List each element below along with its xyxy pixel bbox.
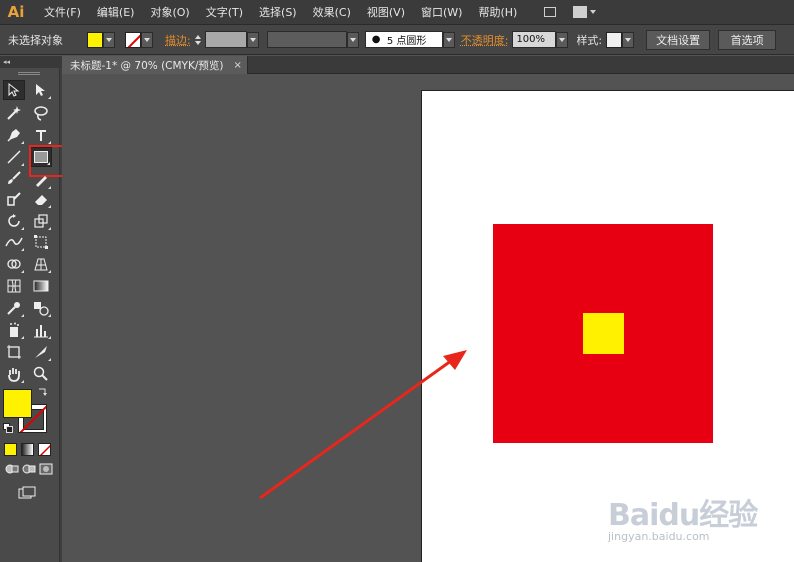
default-fill-stroke-icon[interactable] bbox=[1, 421, 15, 435]
swap-fill-stroke-icon[interactable] bbox=[36, 386, 48, 398]
draw-normal-icon[interactable] bbox=[3, 462, 21, 476]
pencil-tool-icon[interactable] bbox=[30, 170, 52, 190]
blob-brush-tool-icon[interactable] bbox=[3, 189, 25, 209]
width-tool-icon[interactable] bbox=[3, 232, 25, 252]
fill-dropdown-icon[interactable] bbox=[103, 31, 115, 48]
type-tool-icon[interactable] bbox=[30, 125, 52, 145]
stroke-dropdown-icon[interactable] bbox=[141, 31, 153, 48]
artboard-tool-icon[interactable] bbox=[3, 342, 25, 362]
eyedropper-tool-icon[interactable] bbox=[3, 298, 25, 318]
shape-builder-tool-icon[interactable] bbox=[3, 254, 25, 274]
column-graph-tool-icon[interactable] bbox=[30, 320, 52, 340]
menu-select[interactable]: 选择(S) bbox=[251, 0, 305, 25]
menu-object[interactable]: 对象(O) bbox=[142, 0, 197, 25]
none-mode-icon[interactable] bbox=[38, 443, 51, 456]
stroke-weight-field[interactable] bbox=[204, 31, 247, 48]
eraser-tool-icon[interactable] bbox=[30, 189, 52, 209]
slice-tool-icon[interactable] bbox=[30, 342, 52, 362]
preferences-button[interactable]: 首选项 bbox=[718, 29, 777, 50]
menu-effect[interactable]: 效果(C) bbox=[305, 0, 359, 25]
document-tab-title: 未标题-1* @ 70% (CMYK/预览) bbox=[70, 59, 224, 72]
direct-selection-tool-icon[interactable] bbox=[30, 80, 52, 100]
perspective-grid-tool-icon[interactable] bbox=[30, 254, 52, 274]
pen-tool-icon[interactable] bbox=[3, 125, 25, 145]
menu-view[interactable]: 视图(V) bbox=[359, 0, 413, 25]
draw-inside-icon[interactable] bbox=[37, 462, 55, 476]
magic-wand-tool-icon[interactable] bbox=[3, 103, 25, 123]
menu-bar: Ai 文件(F) 编辑(E) 对象(O) 文字(T) 选择(S) 效果(C) 视… bbox=[0, 0, 794, 25]
arrange-documents-icon[interactable] bbox=[573, 3, 603, 21]
style-label: 样式: bbox=[576, 33, 603, 47]
paintbrush-tool-icon[interactable] bbox=[3, 168, 25, 188]
stroke-weight-spinner[interactable] bbox=[194, 31, 205, 49]
hand-tool-icon[interactable] bbox=[3, 364, 25, 384]
selection-status: 未选择对象 bbox=[8, 33, 63, 47]
variable-width-field[interactable] bbox=[266, 31, 347, 48]
watermark: Baidu经验 jingyan.baidu.com bbox=[606, 490, 794, 562]
document-tab[interactable]: 未标题-1* @ 70% (CMYK/预览) × bbox=[62, 56, 248, 74]
opacity-field[interactable]: 100% bbox=[512, 31, 557, 48]
mesh-tool-icon[interactable] bbox=[3, 276, 25, 296]
stroke-weight-dropdown-icon[interactable] bbox=[246, 31, 259, 48]
color-mode-icon[interactable] bbox=[4, 443, 17, 456]
fill-color-swatch[interactable] bbox=[87, 31, 103, 48]
document-setup-button[interactable]: 文档设置 bbox=[646, 29, 711, 50]
blend-tool-icon[interactable] bbox=[30, 298, 52, 318]
menu-type[interactable]: 文字(T) bbox=[198, 0, 251, 25]
selection-tool-icon[interactable] bbox=[3, 80, 25, 100]
bridge-icon[interactable] bbox=[539, 3, 561, 21]
symbol-sprayer-tool-icon[interactable] bbox=[3, 320, 25, 340]
control-bar: 未选择对象 描边: ● 5 点圆形 不透明度: 100% 样式: 文档设置 首选… bbox=[0, 25, 794, 55]
rotate-tool-icon[interactable] bbox=[3, 211, 25, 231]
variable-width-dropdown-icon[interactable] bbox=[346, 31, 359, 48]
close-icon[interactable]: × bbox=[234, 60, 242, 71]
scale-tool-icon[interactable] bbox=[30, 211, 52, 231]
brush-dot-icon: ● bbox=[371, 34, 387, 45]
app-logo: Ai bbox=[7, 3, 25, 21]
menu-file[interactable]: 文件(F) bbox=[36, 0, 89, 25]
line-segment-tool-icon[interactable] bbox=[3, 147, 25, 167]
graphic-style-swatch[interactable] bbox=[606, 31, 623, 48]
brush-value: 5 点圆形 bbox=[386, 36, 427, 47]
brush-definition-field[interactable]: ● 5 点圆形 bbox=[364, 31, 443, 48]
menu-window[interactable]: 窗口(W) bbox=[413, 0, 470, 25]
free-transform-tool-icon[interactable] bbox=[30, 232, 52, 252]
brush-dropdown-icon[interactable] bbox=[442, 31, 455, 48]
document-tab-bar: 未标题-1* @ 70% (CMYK/预览) × bbox=[62, 56, 794, 74]
panel-grip-icon[interactable] bbox=[18, 72, 40, 75]
zoom-tool-icon[interactable] bbox=[30, 364, 52, 384]
opacity-label[interactable]: 不透明度: bbox=[461, 32, 509, 48]
yellow-square-shape[interactable] bbox=[583, 313, 624, 354]
gradient-tool-icon[interactable] bbox=[30, 276, 52, 296]
graphic-style-dropdown-icon[interactable] bbox=[622, 31, 635, 48]
draw-behind-icon[interactable] bbox=[20, 462, 38, 476]
opacity-dropdown-icon[interactable] bbox=[556, 31, 569, 48]
fill-color-box[interactable] bbox=[3, 389, 32, 418]
watermark-logo: Baidu经验 bbox=[608, 498, 758, 533]
panel-collapse-icon[interactable]: ◂◂ bbox=[0, 56, 62, 68]
menu-help[interactable]: 帮助(H) bbox=[470, 0, 525, 25]
watermark-url: jingyan.baidu.com bbox=[608, 530, 710, 543]
lasso-tool-icon[interactable] bbox=[30, 103, 52, 123]
stroke-label[interactable]: 描边: bbox=[165, 32, 191, 48]
gradient-mode-icon[interactable] bbox=[21, 443, 34, 456]
stroke-color-swatch[interactable] bbox=[125, 31, 141, 48]
screen-mode-icon[interactable] bbox=[15, 484, 39, 502]
menu-edit[interactable]: 编辑(E) bbox=[89, 0, 143, 25]
